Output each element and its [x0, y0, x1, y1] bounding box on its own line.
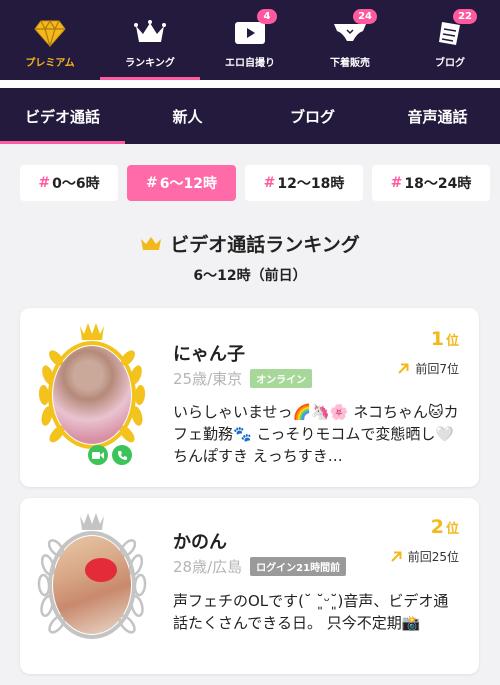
rank-position: 1位: [430, 328, 459, 350]
nav-lingerie-badge: 24: [353, 9, 377, 24]
tab-newcomer[interactable]: 新人: [125, 88, 250, 144]
user-bio: いらしゃいませっ🌈🦄🌸 ネコちゃん🐱カフェ勤務🐾 こっそりモコムで変態晒し🤍 ち…: [173, 403, 459, 465]
ranking-card[interactable]: かのん 28歳/広島 ログイン21時間前 2位 前回25位 声フェチのOLです(…: [20, 498, 479, 674]
nav-lingerie[interactable]: 24 下着販売: [300, 0, 400, 80]
nav-selfie[interactable]: 4 エロ自撮り: [200, 0, 300, 80]
voice-call-icon: [112, 445, 132, 465]
call-icons: [88, 445, 132, 465]
status-badge: ログイン21時間前: [250, 557, 347, 576]
nav-premium[interactable]: プレミアム: [0, 0, 100, 80]
avatar[interactable]: [28, 320, 156, 465]
page-subtitle: 6〜12時（前日）: [193, 268, 307, 284]
nav-ranking-label: ランキング: [125, 58, 175, 69]
rank-info: 2位 前回25位: [391, 516, 459, 565]
user-meta: 28歳/広島 ログイン21時間前: [173, 556, 347, 577]
nav-lingerie-label: 下着販売: [330, 58, 370, 69]
video-play-icon: 4: [233, 9, 277, 48]
profile-photo: [53, 536, 131, 634]
lingerie-icon: 24: [333, 9, 377, 48]
nav-blog[interactable]: 22 ブログ: [400, 0, 500, 80]
time-chip-18-24[interactable]: #18〜24時: [372, 165, 490, 201]
mask-shape: [85, 558, 117, 582]
status-badge: オンライン: [250, 369, 313, 388]
nav-blog-badge: 22: [453, 9, 477, 24]
tab-video-call[interactable]: ビデオ通話: [0, 88, 125, 144]
notebook-icon: 22: [433, 9, 477, 48]
nav-gap: [0, 80, 500, 88]
time-filter-chips: #0〜6時 #6〜12時 #12〜18時 #18〜24時: [20, 165, 490, 201]
tab-voice-call[interactable]: 音声通話: [375, 88, 500, 144]
top-nav: プレミアム ランキング 4 エロ自撮り 24 下着販売 22 ブログ: [0, 0, 500, 80]
avatar[interactable]: [28, 510, 156, 650]
user-bio: 声フェチのOLです(˘ ˘͈ᵕ˘͈)音声、ビデオ通話たくさんできる日。 只今不定…: [173, 592, 449, 632]
rank-position: 2位: [430, 516, 459, 538]
age-area: 25歳/東京: [173, 370, 243, 388]
ranking-card[interactable]: にゃん子 25歳/東京 オンライン 1位 前回7位 いらしゃいませっ🌈🦄🌸 ネコ…: [20, 308, 479, 487]
user-meta: 25歳/東京 オンライン: [173, 368, 313, 389]
rank-info: 1位 前回7位: [398, 328, 459, 377]
previous-rank: 前回25位: [391, 548, 459, 565]
profile-photo: [53, 346, 131, 444]
user-name[interactable]: にゃん子: [173, 340, 245, 366]
crown-icon: [141, 237, 162, 250]
nav-blog-label: ブログ: [435, 58, 465, 69]
time-chip-0-6[interactable]: #0〜6時: [20, 165, 118, 201]
arrow-up-right-icon: [398, 363, 409, 374]
nav-ranking[interactable]: ランキング: [100, 0, 200, 80]
time-chip-12-18[interactable]: #12〜18時: [245, 165, 363, 201]
nav-premium-label: プレミアム: [25, 58, 75, 69]
diamond-icon: [33, 18, 67, 48]
video-call-icon: [88, 445, 108, 465]
page-title: ビデオ通話ランキング: [140, 230, 360, 257]
tab-blog[interactable]: ブログ: [250, 88, 375, 144]
arrow-up-right-icon: [391, 551, 402, 562]
nav-selfie-badge: 4: [257, 9, 277, 24]
previous-rank: 前回7位: [398, 360, 459, 377]
crown-icon: [133, 18, 167, 48]
nav-selfie-label: エロ自撮り: [225, 58, 275, 69]
user-name[interactable]: かのん: [173, 528, 227, 554]
category-tabs: ビデオ通話 新人 ブログ 音声通話: [0, 88, 500, 144]
age-area: 28歳/広島: [173, 558, 243, 576]
ranking-heading: ビデオ通話ランキング 6〜12時（前日）: [0, 230, 500, 285]
time-chip-6-12[interactable]: #6〜12時: [127, 165, 236, 201]
